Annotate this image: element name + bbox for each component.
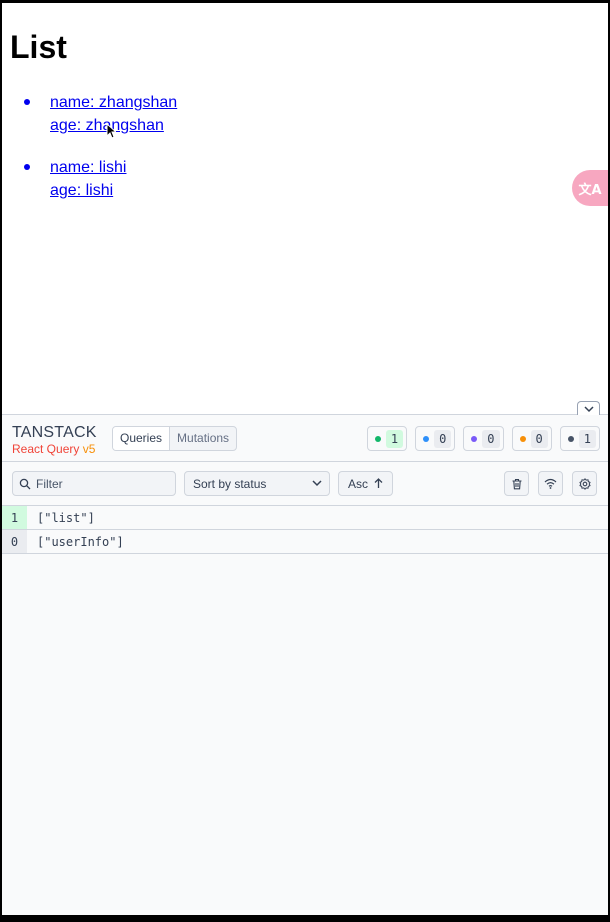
trash-icon — [512, 478, 521, 489]
status-dot — [519, 435, 526, 442]
user-name-link[interactable]: name: zhangshan — [50, 91, 177, 114]
status-count-fresh[interactable]: 1 — [366, 426, 408, 451]
devtools-toolbar: Sort by status Asc — [2, 462, 608, 506]
search-icon — [19, 478, 31, 489]
status-dot — [374, 435, 381, 442]
status-count-paused[interactable]: 0 — [463, 426, 504, 451]
count-value: 1 — [385, 429, 404, 448]
user-list: name: zhangshan age: zhangshan name: lis… — [24, 91, 177, 221]
view-tabs: Queries Mutations — [112, 426, 238, 451]
count-value: 0 — [482, 429, 500, 448]
filter-field[interactable] — [12, 471, 176, 496]
observer-count: 1 — [2, 506, 27, 529]
status-dot — [567, 435, 574, 442]
clear-cache-button[interactable] — [504, 471, 529, 496]
query-key: ["userInfo"] — [37, 534, 124, 549]
sort-selected-value: Sort by status — [193, 476, 267, 491]
query-list: 1 ["list"] 0 ["userInfo"] — [2, 506, 608, 554]
query-row[interactable]: 1 ["list"] — [2, 506, 608, 530]
list-bullet — [24, 99, 30, 105]
count-value: 0 — [434, 429, 452, 448]
count-value: 1 — [578, 429, 596, 448]
arrow-up-icon — [374, 478, 383, 488]
status-count-fetching[interactable]: 0 — [415, 426, 456, 451]
list-item: name: lishi age: lishi — [24, 156, 177, 202]
logo-version: v5 — [82, 442, 96, 456]
tab-mutations[interactable]: Mutations — [170, 427, 236, 450]
status-count-stale[interactable]: 0 — [511, 426, 552, 451]
page-title: List — [10, 29, 67, 65]
sort-order-label: Asc — [347, 476, 368, 491]
query-key: ["list"] — [37, 510, 95, 525]
logo-product: React Query — [12, 442, 80, 456]
sort-order-button[interactable]: Asc — [338, 471, 393, 496]
tab-queries[interactable]: Queries — [113, 427, 171, 450]
browser-viewport: List name: zhangshan age: zhangshan name… — [2, 3, 608, 915]
logo-subtitle: React Query v5 — [12, 442, 95, 456]
user-age-link[interactable]: age: lishi — [50, 179, 177, 202]
mock-offline-button[interactable] — [538, 471, 563, 496]
translate-icon: 文A — [578, 182, 602, 198]
status-dot — [423, 435, 430, 442]
sort-select[interactable]: Sort by status — [184, 471, 330, 496]
app-page: List name: zhangshan age: zhangshan name… — [2, 3, 608, 414]
status-counts: 1 0 0 0 1 — [366, 426, 600, 451]
tanstack-logo[interactable]: TANSTACK — [12, 424, 97, 442]
react-query-devtools-panel: TANSTACK React Query v5 Queries Mutation… — [2, 401, 608, 915]
translate-button[interactable]: 文A — [572, 170, 608, 206]
list-bullet — [24, 164, 30, 170]
settings-button[interactable] — [572, 471, 597, 496]
status-count-inactive[interactable]: 1 — [559, 426, 600, 451]
query-row[interactable]: 0 ["userInfo"] — [2, 530, 608, 554]
settings-icon — [578, 477, 591, 490]
close-devtools-button[interactable] — [577, 401, 600, 416]
devtools-header: TANSTACK React Query v5 Queries Mutation… — [2, 415, 608, 462]
chevron-down-icon — [312, 480, 322, 487]
mouse-cursor-icon — [106, 123, 116, 139]
status-dot — [471, 435, 478, 442]
user-name-link[interactable]: name: lishi — [50, 156, 177, 179]
wifi-icon — [544, 478, 557, 489]
filter-input[interactable] — [36, 476, 166, 491]
chevron-down-icon — [583, 405, 594, 412]
count-value: 0 — [530, 429, 548, 448]
observer-count: 0 — [2, 530, 27, 553]
